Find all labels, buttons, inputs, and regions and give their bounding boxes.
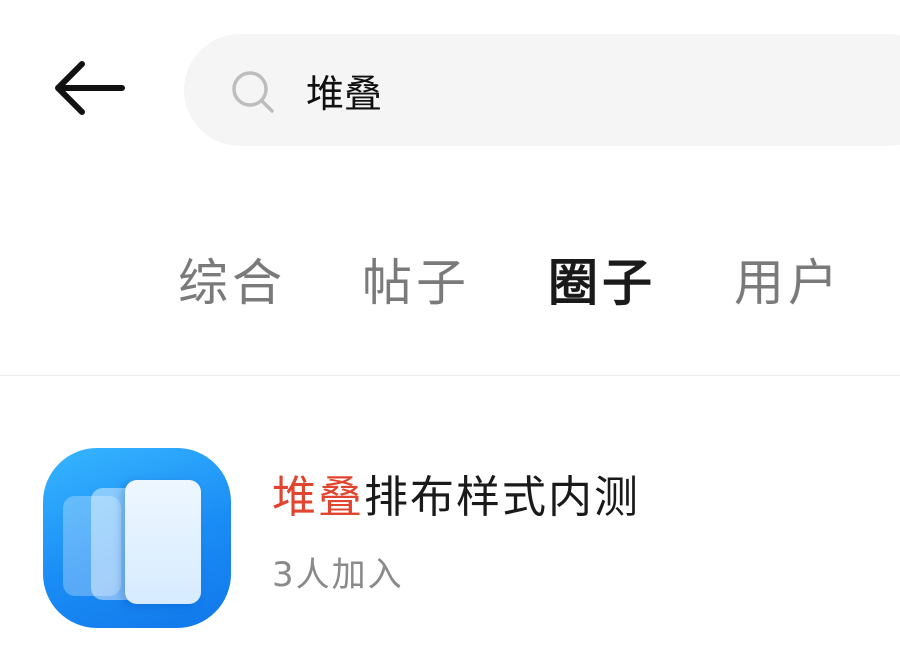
arrow-left-icon bbox=[55, 61, 125, 115]
back-button[interactable] bbox=[40, 52, 136, 124]
search-icon bbox=[232, 71, 274, 113]
tab-posts[interactable]: 帖子 bbox=[362, 248, 470, 318]
circle-result-item[interactable]: 堆叠排布样式内测 3人加入 bbox=[0, 440, 900, 640]
stacked-cards-icon bbox=[43, 448, 231, 628]
circle-title-rest: 排布样式内测 bbox=[364, 472, 640, 523]
search-bar[interactable] bbox=[184, 34, 900, 146]
stacked-card-front bbox=[125, 480, 201, 604]
search-highlight: 堆叠 bbox=[272, 472, 364, 523]
tab-comprehensive[interactable]: 综合 bbox=[178, 248, 286, 318]
result-tabs: 综合 帖子 圈子 用户 bbox=[0, 248, 900, 318]
divider bbox=[0, 375, 900, 376]
tab-circles[interactable]: 圈子 bbox=[548, 248, 656, 318]
member-count: 3人加入 bbox=[272, 555, 404, 595]
circle-title: 堆叠排布样式内测 bbox=[272, 468, 640, 528]
search-input[interactable] bbox=[306, 60, 866, 120]
tab-users[interactable]: 用户 bbox=[734, 248, 842, 318]
